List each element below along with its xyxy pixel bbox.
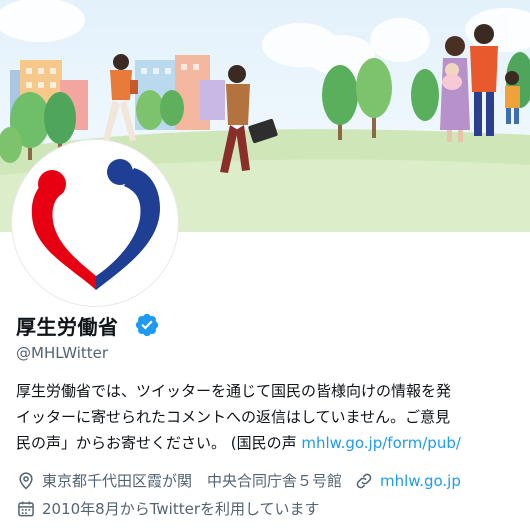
verified-badge-icon[interactable] <box>134 312 160 338</box>
mhlw-logo <box>16 144 174 302</box>
calendar-icon <box>18 501 34 516</box>
profile-handle: @MHLWitter <box>16 344 109 362</box>
bio-link[interactable]: mhlw.go.jp/form/pub/ <box>301 434 461 452</box>
profile-meta-row: 東京都千代田区霞が関 中央合同庁舎５号館 mhlw.go.jp <box>16 470 461 491</box>
bio-line-text: 民の声」からお寄せください。 (国民の声 <box>16 434 302 452</box>
bio-line: 厚生労働省では、ツイッターを通じて国民の皆様向けの情報を発 <box>16 382 452 400</box>
bio-line: イッターに寄せられたコメントへの返信はしていません。ご意見 <box>16 408 451 426</box>
profile-name: 厚生労働省 <box>16 315 119 339</box>
location-pin-icon <box>19 471 33 490</box>
profile-website[interactable]: mhlw.go.jp <box>380 472 461 490</box>
link-icon <box>356 473 372 488</box>
bio-line-last: 民の声」からお寄せください。 (国民の声 mhlw.go.jp/form/pub… <box>16 430 530 456</box>
profile-joined-row: 2010年8月からTwitterを利用しています <box>16 498 320 519</box>
profile-bio: 厚生労働省では、ツイッターを通じて国民の皆様向けの情報を発 イッターに寄せられた… <box>16 378 530 456</box>
profile-location: 東京都千代田区霞が関 中央合同庁舎５号館 <box>42 472 343 490</box>
profile-joined: 2010年8月からTwitterを利用しています <box>42 500 320 518</box>
profile-avatar[interactable] <box>12 140 178 306</box>
